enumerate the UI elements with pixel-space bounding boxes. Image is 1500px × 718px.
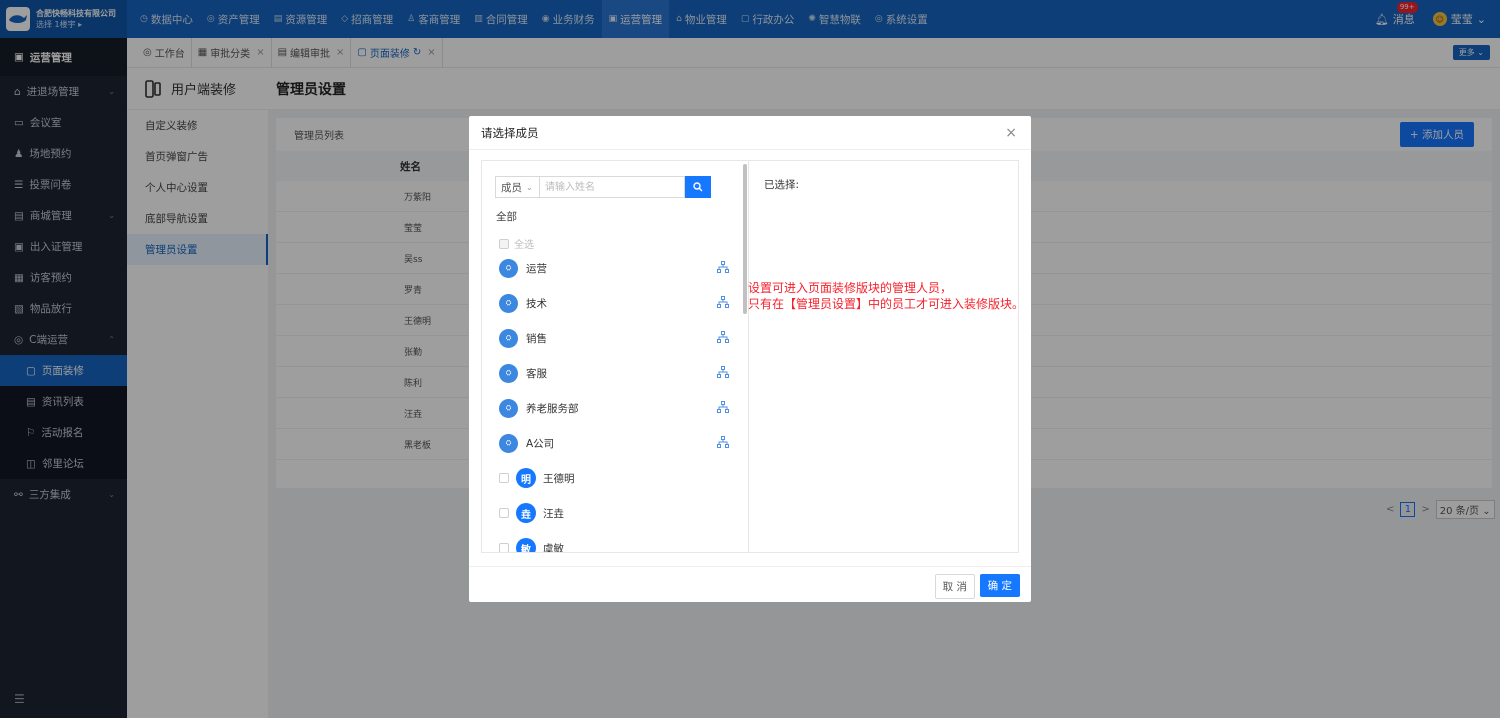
member-name: 虞敏 (543, 542, 564, 553)
department-name: 技术 (526, 297, 547, 310)
member-checkbox[interactable] (499, 543, 509, 552)
member-avatar: 垚 (516, 503, 536, 523)
annotation-line-2: 只有在【管理员设置】中的员工才可进入装修版块。 (748, 297, 1025, 311)
annotation-note: 设置可进入页面装修版块的管理人员， 只有在【管理员设置】中的员工才可进入装修版块… (748, 280, 1024, 312)
department-item[interactable]: ⛭ 运营 (499, 258, 729, 278)
selected-label: 已选择: (764, 179, 800, 191)
org-tree-icon[interactable] (717, 435, 729, 451)
member-tree-pane: 成员 ⌄ 全部 全选 ⛭ 运营 ⛭ 技术 ⛭ 销售 ⛭ 客服 ⛭ 养老服务部 ⛭ A公司 明王德明垚汪… (482, 161, 749, 552)
department-name: 客服 (526, 367, 547, 380)
member-item[interactable]: 明王德明 (499, 468, 575, 488)
confirm-button[interactable]: 确 定 (979, 574, 1020, 597)
all-breadcrumb[interactable]: 全部 (496, 209, 517, 224)
department-icon: ⛭ (499, 433, 518, 453)
member-item[interactable]: 垚汪垚 (499, 503, 564, 523)
department-item[interactable]: ⛭ 销售 (499, 328, 729, 348)
department-icon: ⛭ (499, 363, 518, 383)
department-item[interactable]: ⛭ 技术 (499, 293, 729, 313)
department-item[interactable]: ⛭ A公司 (499, 433, 729, 453)
org-tree-icon[interactable] (717, 295, 729, 311)
org-tree-icon[interactable] (717, 260, 729, 276)
member-search: 成员 ⌄ (495, 176, 711, 198)
department-icon: ⛭ (499, 258, 518, 278)
search-icon (693, 182, 703, 192)
member-checkbox[interactable] (499, 473, 509, 483)
department-item[interactable]: ⛭ 客服 (499, 363, 729, 383)
department-name: 销售 (526, 332, 547, 345)
select-all-checkbox: 全选 (499, 236, 534, 251)
member-name: 王德明 (543, 472, 575, 485)
close-icon[interactable]: × (1005, 125, 1017, 141)
department-name: A公司 (526, 437, 555, 450)
member-name: 汪垚 (543, 507, 564, 520)
select-all-label: 全选 (514, 240, 534, 251)
chevron-down-icon: ⌄ (526, 182, 533, 192)
member-checkbox[interactable] (499, 508, 509, 518)
department-icon: ⛭ (499, 328, 518, 348)
member-avatar: 敏 (516, 538, 536, 552)
select-member-dialog: 请选择成员 × 成员 ⌄ 全部 全选 ⛭ 运营 ⛭ 技术 ⛭ 销售 ⛭ 客服 ⛭ 养老服务部 ⛭ A公… (469, 116, 1031, 602)
cancel-button[interactable]: 取 消 (934, 574, 975, 599)
search-type-value: 成员 (501, 181, 522, 194)
department-icon: ⛭ (499, 293, 518, 313)
org-tree-icon[interactable] (717, 365, 729, 381)
org-tree-icon[interactable] (717, 400, 729, 416)
org-tree-icon[interactable] (717, 330, 729, 346)
search-type-select[interactable]: 成员 ⌄ (495, 176, 539, 198)
annotation-line-1: 设置可进入页面装修版块的管理人员， (748, 281, 953, 295)
search-button[interactable] (685, 176, 711, 198)
department-icon: ⛭ (499, 398, 518, 418)
checkbox (499, 238, 509, 249)
department-name: 运营 (526, 262, 547, 275)
department-name: 养老服务部 (526, 402, 579, 415)
member-avatar: 明 (516, 468, 536, 488)
search-input[interactable] (539, 176, 685, 198)
department-item[interactable]: ⛭ 养老服务部 (499, 398, 729, 418)
scrollbar[interactable] (743, 164, 747, 314)
member-item[interactable]: 敏虞敏 (499, 538, 564, 552)
dialog-title: 请选择成员 (481, 125, 539, 140)
